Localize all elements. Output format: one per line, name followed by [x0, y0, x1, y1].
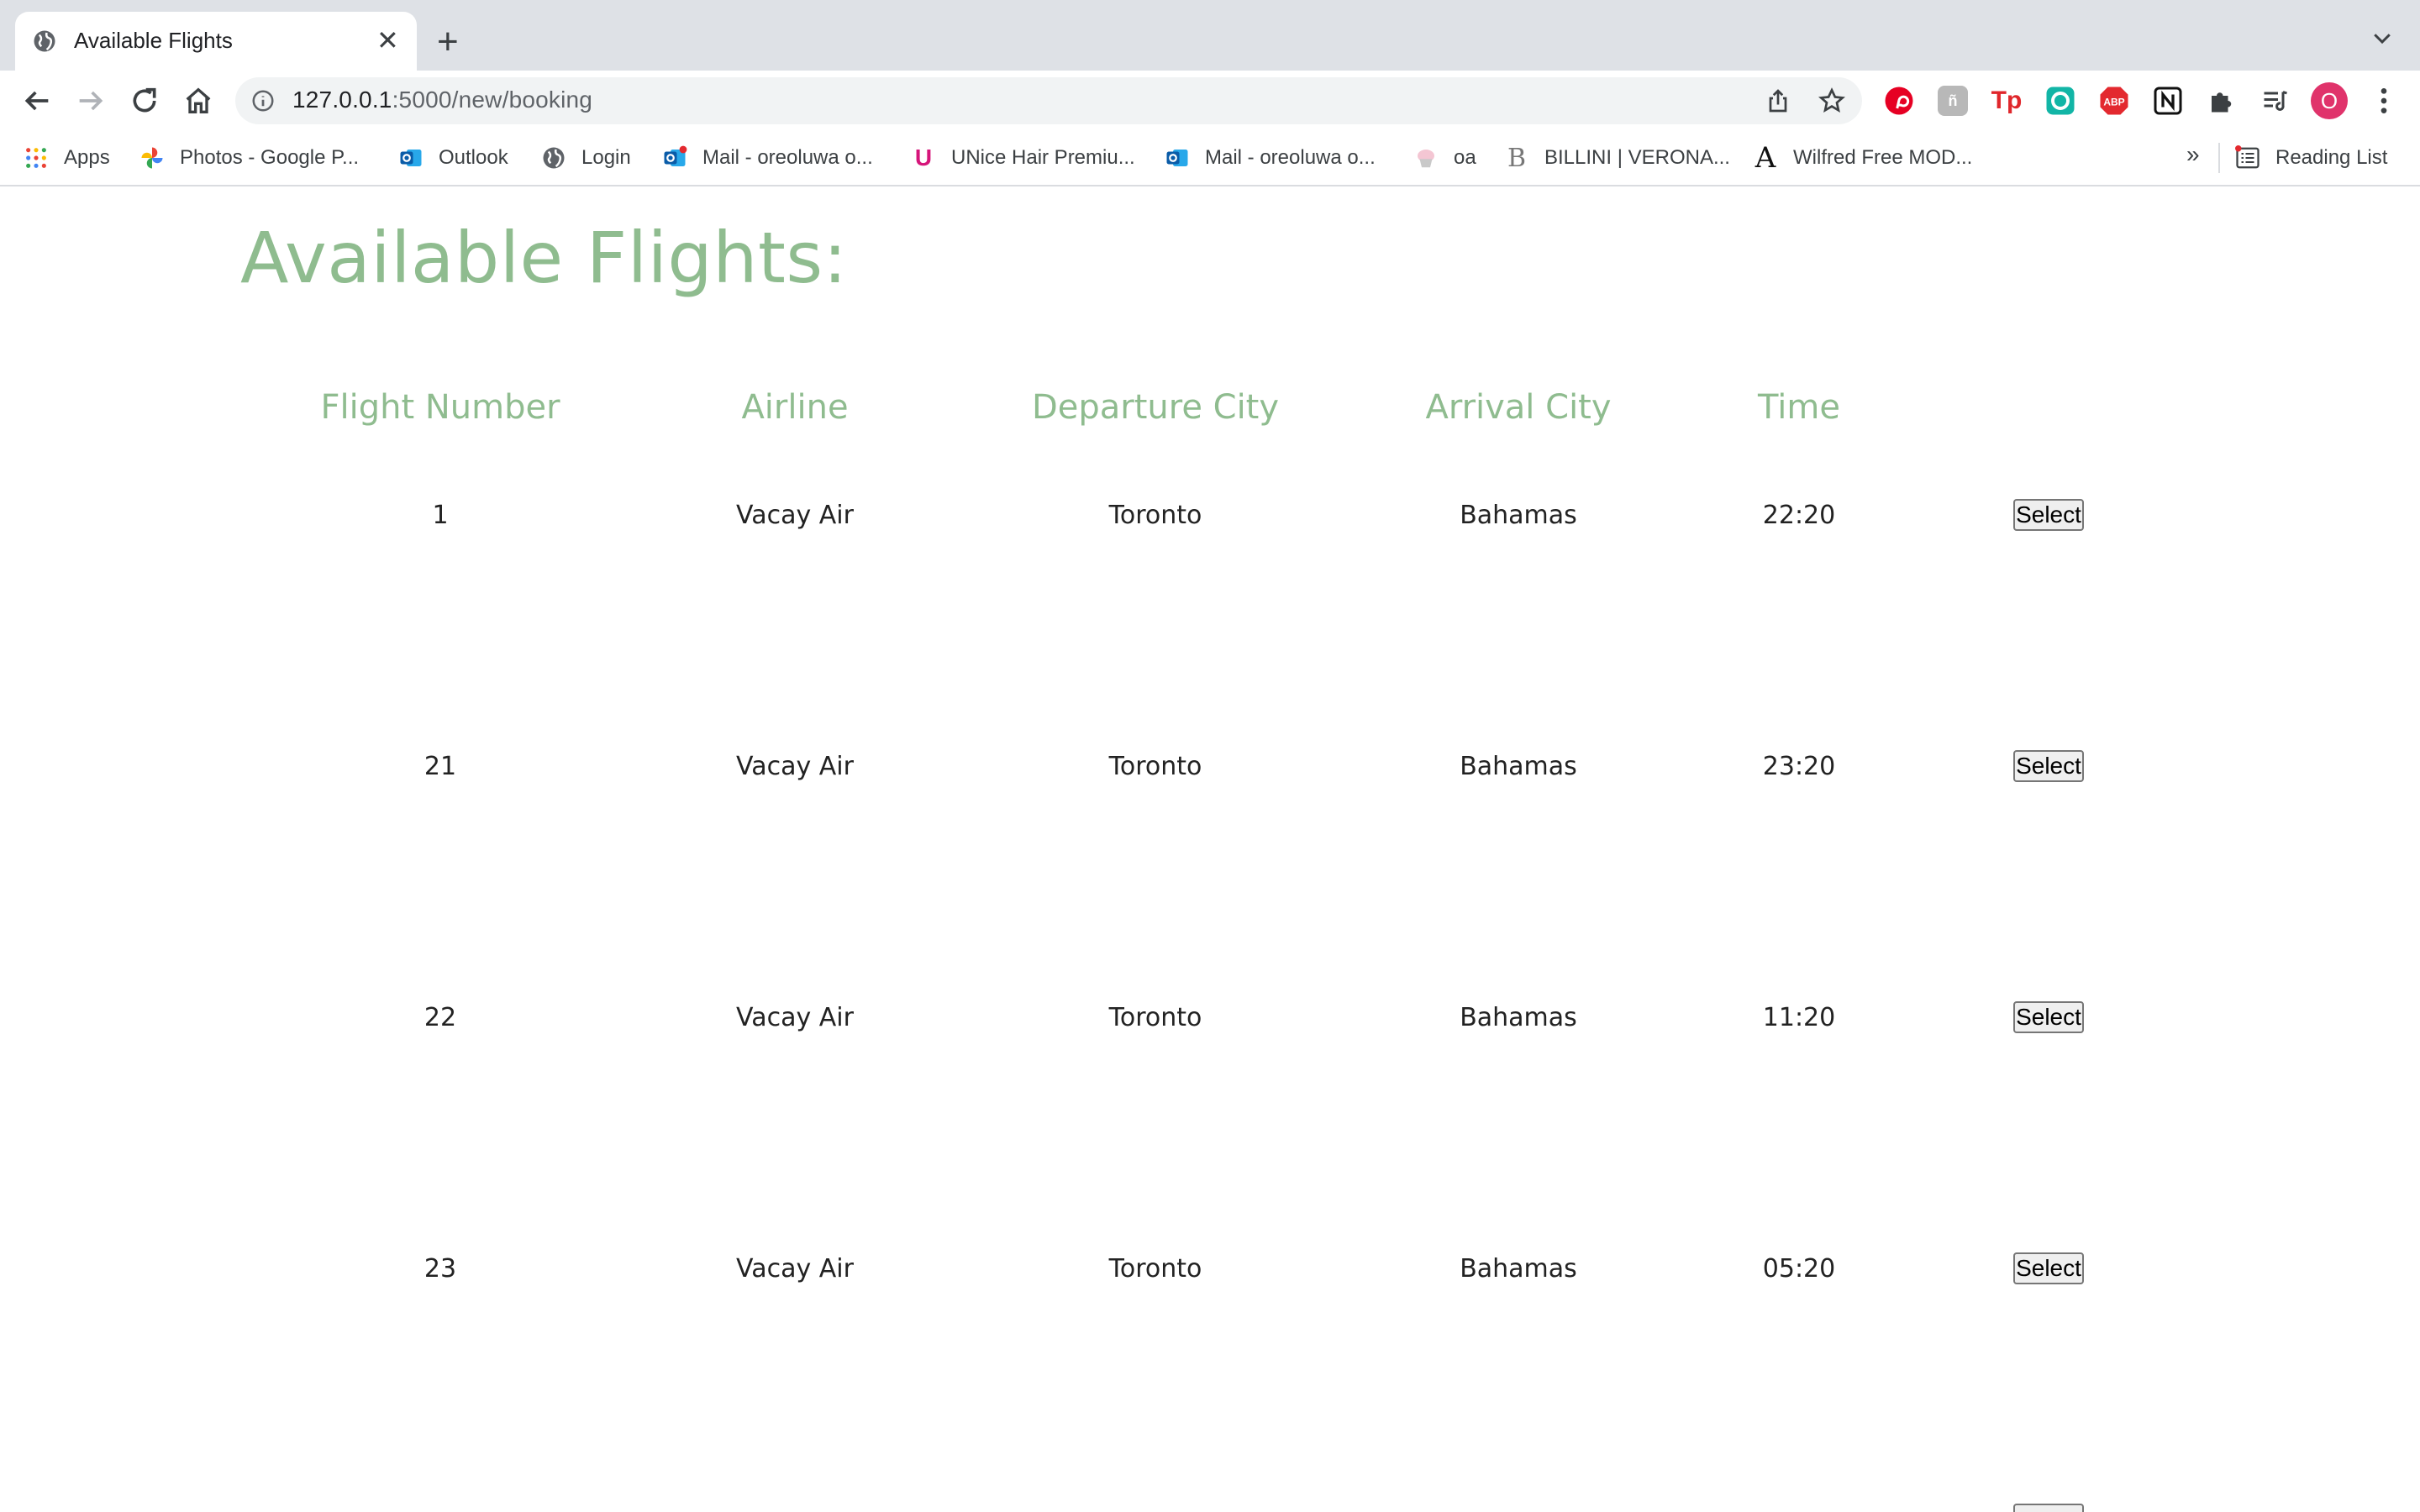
cell-flight-number: 23	[424, 1254, 457, 1284]
column-header-flight-number: Flight Number	[320, 388, 560, 427]
select-flight-button-partial[interactable]	[2013, 1504, 2084, 1512]
tab-search-chevron-icon[interactable]	[2370, 25, 2395, 50]
cell-time: 23:20	[1762, 752, 1836, 781]
grammarly-style-extension-icon[interactable]	[2045, 86, 2075, 116]
globe-icon	[541, 145, 566, 171]
select-flight-button[interactable]: Select	[2013, 1252, 2084, 1284]
cell-departure-city: Toronto	[1108, 1003, 1202, 1032]
bookmark-mail-2[interactable]: Mail - oreoluwa o...	[1165, 143, 1376, 173]
column-header-airline: Airline	[741, 388, 849, 427]
cell-airline: Vacay Air	[736, 1254, 854, 1284]
bookmark-label: Login	[581, 146, 631, 169]
column-header-arrival-city: Arrival City	[1425, 388, 1612, 427]
url-text[interactable]: 127.0.0.1:5000/new/booking	[292, 87, 592, 113]
more-bookmarks-chevron-icon[interactable]: »	[2186, 141, 2200, 168]
bookmark-google-photos[interactable]: Photos - Google P...	[139, 143, 359, 173]
bookmark-login[interactable]: Login	[541, 143, 631, 173]
cell-time: 05:20	[1762, 1254, 1836, 1284]
bookmark-label: Wilfred Free MOD...	[1793, 146, 1973, 169]
reading-list-button[interactable]: Reading List	[2235, 143, 2387, 173]
reload-icon[interactable]	[128, 84, 161, 118]
bookmark-label: Mail - oreoluwa o...	[1205, 146, 1376, 169]
cell-arrival-city: Bahamas	[1460, 752, 1577, 781]
cell-arrival-city: Bahamas	[1460, 1003, 1577, 1032]
aritzia-icon: A	[1754, 141, 1776, 175]
cell-arrival-city: Bahamas	[1460, 1254, 1577, 1284]
outlook-icon	[398, 145, 424, 171]
bookmark-billini[interactable]: B BILLINI | VERONA...	[1504, 143, 1730, 173]
bookmark-oa[interactable]: oa	[1413, 143, 1476, 173]
cell-airline: Vacay Air	[736, 752, 854, 781]
cell-departure-city: Toronto	[1108, 1254, 1202, 1284]
cell-time: 22:20	[1762, 501, 1836, 530]
new-tab-icon[interactable]: +	[437, 20, 459, 64]
extensions-puzzle-icon[interactable]	[2207, 86, 2237, 116]
home-icon[interactable]	[182, 84, 215, 118]
share-icon[interactable]	[1763, 86, 1793, 116]
bookmarks-divider	[2218, 143, 2220, 173]
bookmark-apps[interactable]: Apps	[24, 143, 110, 173]
back-arrow-icon[interactable]	[20, 84, 54, 118]
bookmark-label: BILLINI | VERONA...	[1544, 146, 1730, 169]
bookmark-outlook[interactable]: Outlook	[398, 143, 508, 173]
cupcake-icon	[1413, 145, 1439, 171]
cell-flight-number: 1	[432, 501, 449, 530]
bookmark-label: Photos - Google P...	[180, 146, 360, 169]
google-photos-icon	[139, 145, 165, 171]
outlook-mail-icon	[662, 145, 687, 171]
bookmark-star-icon[interactable]	[1817, 86, 1847, 116]
profile-avatar[interactable]: O	[2311, 82, 2348, 119]
column-header-departure-city: Departure City	[1031, 388, 1280, 427]
select-flight-button[interactable]: Select	[2013, 750, 2084, 782]
bookmark-label: UNice Hair Premiu...	[951, 146, 1135, 169]
close-tab-icon[interactable]: ✕	[376, 25, 399, 55]
url-host: 127.0.0.1	[292, 87, 392, 113]
url-path: :5000/new/booking	[392, 87, 593, 113]
adblock-plus-icon[interactable]: ABP	[2099, 86, 2129, 116]
notion-icon[interactable]	[2153, 86, 2183, 116]
globe-icon	[34, 30, 55, 52]
cell-arrival-city: Bahamas	[1460, 501, 1577, 530]
bookmark-wilfred[interactable]: A Wilfred Free MOD...	[1753, 141, 1973, 175]
forward-arrow-icon[interactable]	[74, 84, 108, 118]
tab-title: Available Flights	[74, 28, 233, 53]
extension-gray-icon[interactable]: ñ	[1938, 86, 1968, 116]
reading-list-label: Reading List	[2275, 146, 2388, 169]
bookmark-label: oa	[1454, 146, 1476, 169]
cell-flight-number: 22	[424, 1003, 457, 1032]
more-menu-icon[interactable]	[2371, 84, 2396, 118]
bookmark-unice[interactable]: U UNice Hair Premiu...	[911, 143, 1135, 173]
select-flight-button[interactable]: Select	[2013, 1001, 2084, 1033]
apps-grid-icon	[24, 145, 49, 171]
select-flight-button[interactable]: Select	[2013, 499, 2084, 531]
cell-departure-city: Toronto	[1108, 752, 1202, 781]
reading-list-icon	[2235, 145, 2260, 171]
cell-time: 11:20	[1762, 1003, 1836, 1032]
svg-text:ABP: ABP	[2103, 96, 2124, 108]
billini-icon: B	[1507, 143, 1527, 173]
bookmark-label: Outlook	[439, 146, 508, 169]
unice-icon: U	[914, 144, 933, 171]
cell-flight-number: 21	[424, 752, 457, 781]
media-queue-icon[interactable]	[2260, 86, 2291, 116]
bookmark-mail-1[interactable]: Mail - oreoluwa o...	[662, 143, 873, 173]
tp-extension-icon[interactable]: Tp	[1991, 86, 2023, 116]
bookmark-label: Mail - oreoluwa o...	[702, 146, 873, 169]
column-header-time: Time	[1758, 388, 1840, 427]
outlook-mail-icon	[1165, 145, 1190, 171]
bookmark-label: Apps	[64, 146, 110, 169]
cell-departure-city: Toronto	[1108, 501, 1202, 530]
site-info-icon[interactable]	[250, 88, 276, 113]
cell-airline: Vacay Air	[736, 1003, 854, 1032]
cell-airline: Vacay Air	[736, 501, 854, 530]
page-title: Available Flights:	[240, 217, 848, 299]
pinterest-extension-icon[interactable]	[1884, 86, 1914, 116]
